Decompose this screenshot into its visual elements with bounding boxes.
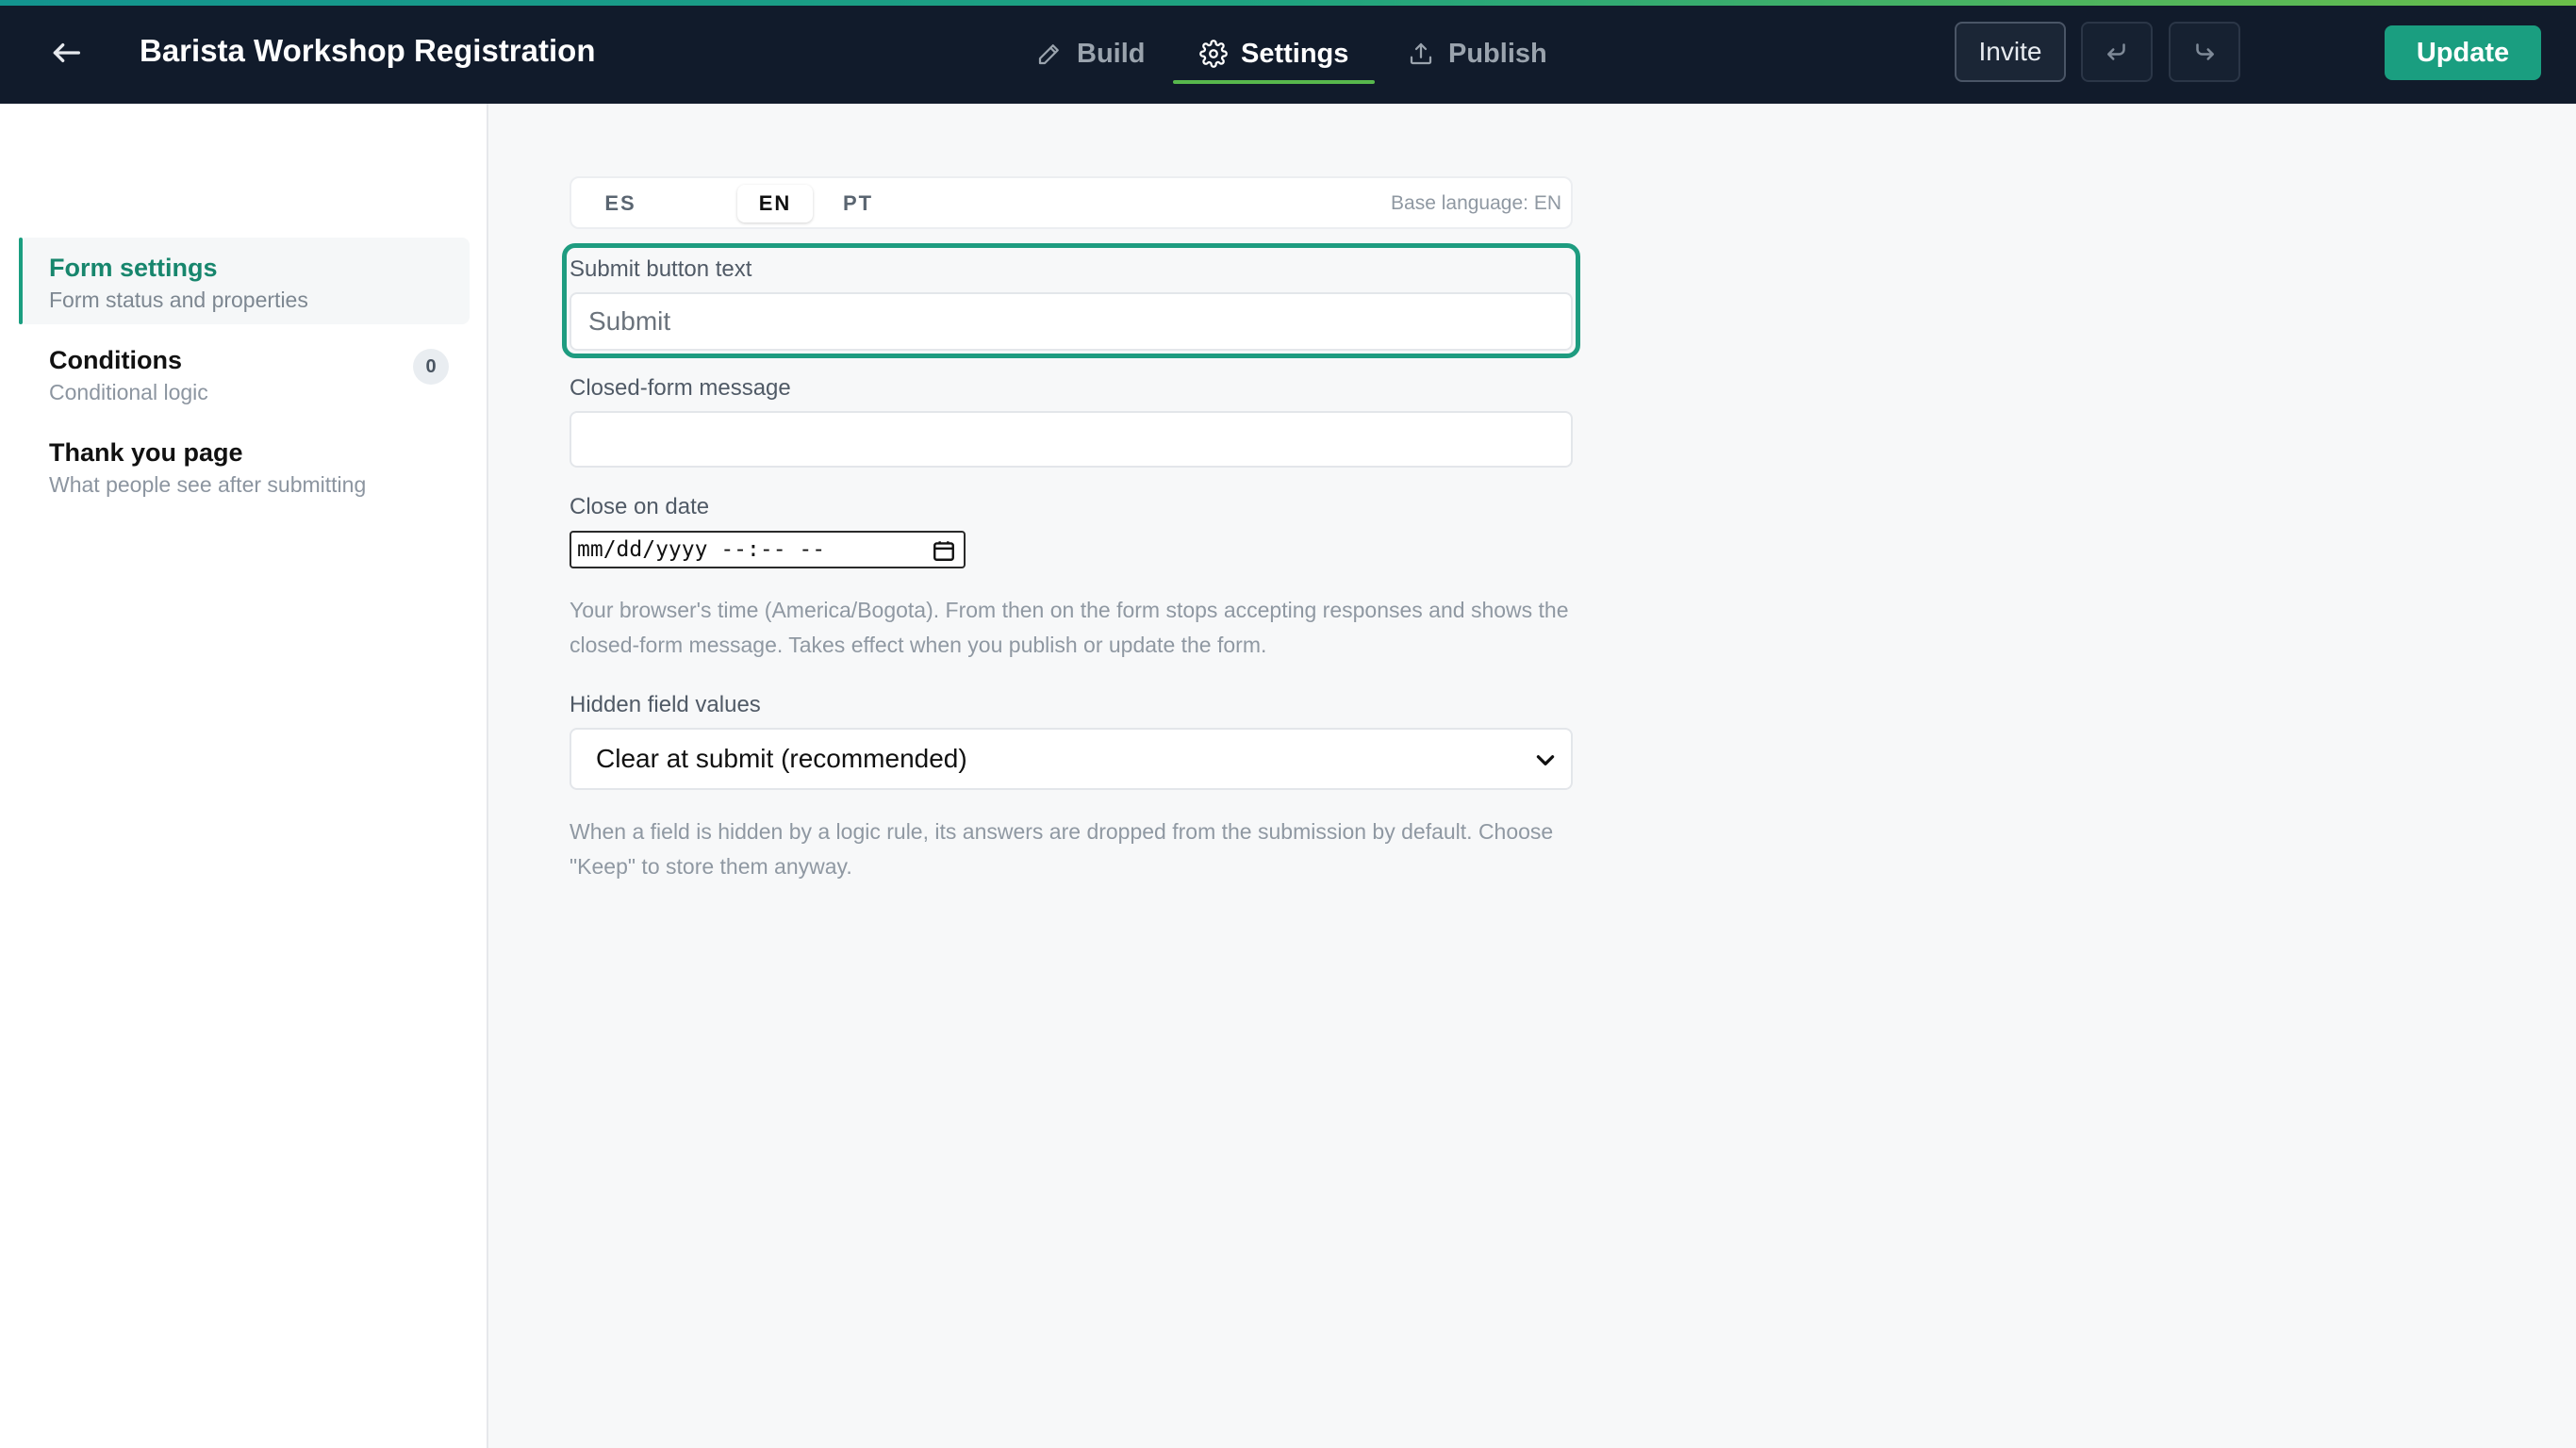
invite-button[interactable]: Invite [1955,22,2066,82]
conditions-count-badge: 0 [413,349,449,385]
sidebar-item-title: Thank you page [49,438,243,467]
submit-button-text-input[interactable] [570,292,1573,351]
hidden-field-values-help: When a field is hidden by a logic rule, … [570,819,1554,879]
close-on-date-label: Close on date [570,494,710,519]
pencil-icon [1038,44,1059,65]
close-on-date-help: Your browser's time (America/Bogota). Fr… [570,598,1569,657]
chevron-down-icon [1536,755,1555,765]
language-switcher: ES EN PT Base language: EN [570,176,1573,229]
accent-stripe [0,0,2576,6]
tab-settings[interactable]: Settings [1172,25,1376,84]
sidebar-item-form-settings[interactable]: Form settings Form status and properties [19,238,470,324]
language-tab-es[interactable]: ES [583,185,658,222]
upload-icon [1410,42,1432,65]
tab-build-label: Build [1077,38,1146,69]
tab-publish-label: Publish [1448,38,1547,69]
sidebar-item-subtitle: Conditional logic [49,380,208,404]
language-tab-en[interactable]: EN [737,185,813,222]
hidden-field-values-label: Hidden field values [570,692,761,717]
settings-panel: ES EN PT Base language: EN Submit button… [490,104,2576,1448]
sidebar-item-subtitle: What people see after submitting [49,472,367,497]
settings-sidebar: Form settings Form status and properties… [0,104,488,1448]
sidebar-item-subtitle: Form status and properties [49,288,308,312]
gear-icon [1199,40,1228,68]
arrow-left-icon[interactable] [45,32,87,74]
date-input-value: mm/dd/yyyy --:-- -- [577,537,826,562]
hidden-field-values-select[interactable]: Clear at submit (recommended) [570,728,1573,790]
sidebar-item-thank-you-page[interactable]: Thank you page What people see after sub… [19,422,470,509]
closed-form-message-input[interactable] [570,411,1573,468]
base-language-note: Base language: EN [1391,192,1561,214]
update-button[interactable]: Update [2385,25,2541,80]
submit-button-text-label: Submit button text [570,256,752,282]
close-on-date-input[interactable]: mm/dd/yyyy --:-- -- [570,531,966,568]
sidebar-item-title: Conditions [49,346,182,374]
tab-build[interactable]: Build [1035,25,1146,83]
tab-publish[interactable]: Publish [1407,25,1547,83]
calendar-icon[interactable] [932,538,956,563]
undo-button[interactable] [2081,22,2153,82]
language-tab-pt[interactable]: PT [820,185,896,222]
closed-form-message-label: Closed-form message [570,375,791,401]
top-bar: Barista Workshop Registration Build Sett… [0,0,2576,104]
select-value: Clear at submit (recommended) [596,744,967,773]
tab-settings-label: Settings [1241,38,1349,69]
sidebar-item-conditions[interactable]: Conditions Conditional logic 0 [19,330,470,417]
form-title: Barista Workshop Registration [140,33,596,68]
sidebar-item-title: Form settings [49,254,218,282]
redo-button[interactable] [2169,22,2240,82]
redo-icon [2196,43,2214,60]
undo-icon [2107,43,2125,60]
